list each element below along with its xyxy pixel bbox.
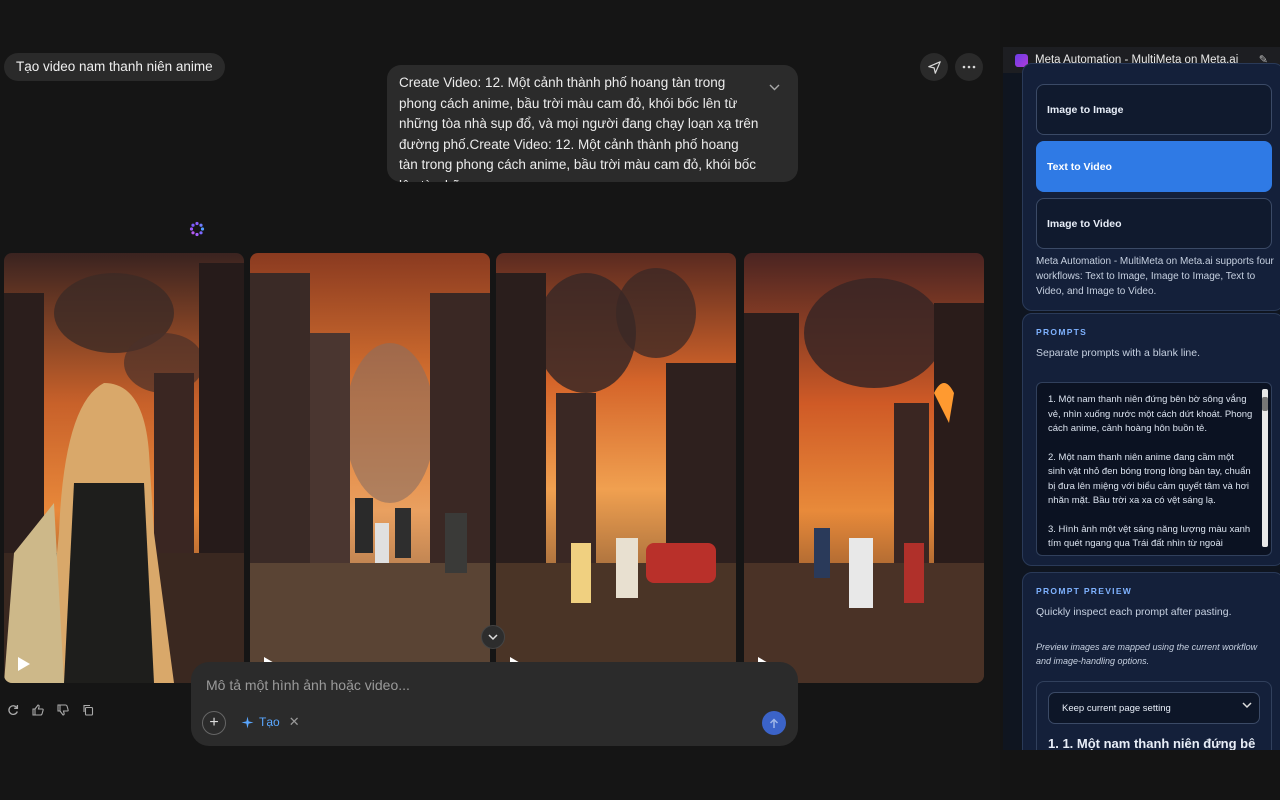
- send-button[interactable]: [762, 711, 786, 735]
- thumbs-down-icon: [57, 704, 69, 716]
- workflow-image-to-video[interactable]: Image to Video: [1036, 198, 1272, 249]
- play-icon[interactable]: [18, 657, 30, 671]
- video-thumbnail-3[interactable]: [496, 253, 736, 683]
- conversation-title-chip[interactable]: Tạo video nam thanh niên anime: [4, 53, 225, 81]
- loading-spinner-icon: [189, 221, 205, 237]
- top-actions: [920, 53, 983, 81]
- send-icon: [927, 60, 941, 74]
- prompts-textarea[interactable]: 1. Một nam thanh niên đứng bên bờ sông v…: [1036, 382, 1272, 556]
- like-button[interactable]: [31, 703, 45, 717]
- prompt-line: 3. Hình ảnh một vệt sáng năng lượng màu …: [1048, 523, 1251, 550]
- workflow-card: Image to Image Text to Video Image to Vi…: [1022, 63, 1280, 311]
- scrollbar-thumb[interactable]: [1262, 397, 1268, 411]
- extension-side-panel: Meta Automation - MultiMeta on Meta.ai ✎…: [1003, 47, 1280, 750]
- refresh-icon: [8, 705, 19, 716]
- share-button[interactable]: [920, 53, 948, 81]
- chat-main-area: Tạo video nam thanh niên anime Create Vi…: [0, 0, 1000, 800]
- add-attachment-button[interactable]: +: [202, 711, 226, 735]
- preview-note: Preview images are mapped using the curr…: [1036, 642, 1258, 666]
- arrow-up-icon: [769, 717, 779, 728]
- prompt-input[interactable]: [206, 677, 766, 693]
- close-icon[interactable]: ✕: [289, 714, 300, 730]
- workflow-image-to-image[interactable]: Image to Image: [1036, 84, 1272, 135]
- prompt-line: 2. Một nam thanh niên anime đang cầm một…: [1048, 451, 1251, 507]
- prompts-scrollbar[interactable]: [1262, 389, 1268, 547]
- image-handling-select[interactable]: Keep current page setting: [1048, 692, 1260, 724]
- workflow-text-to-video[interactable]: Text to Video: [1036, 141, 1272, 192]
- more-icon: [962, 65, 976, 69]
- prompts-card: PROMPTS Separate prompts with a blank li…: [1022, 313, 1280, 566]
- video-thumbnail-4[interactable]: [744, 253, 984, 683]
- prompt-composer: + Tạo ✕: [191, 662, 798, 746]
- copy-icon: [83, 704, 94, 716]
- thumbs-up-icon: [32, 704, 44, 716]
- prompts-section-label: PROMPTS: [1036, 327, 1088, 337]
- preview-item-card: Keep current page setting 1. 1. Một nam …: [1036, 681, 1272, 750]
- user-prompt-bubble: Create Video: 12. Một cảnh thành phố hoa…: [387, 65, 798, 182]
- prompts-subtitle: Separate prompts with a blank line.: [1036, 347, 1201, 359]
- chevron-down-icon: [488, 633, 498, 640]
- preview-subtitle: Quickly inspect each prompt after pastin…: [1036, 606, 1232, 618]
- video-thumbnail-2[interactable]: [250, 253, 490, 683]
- preview-section-label: PROMPT PREVIEW: [1036, 586, 1133, 596]
- sparkle-icon: [241, 716, 254, 728]
- select-value: Keep current page setting: [1062, 702, 1171, 714]
- message-actions: [6, 703, 95, 717]
- copy-button[interactable]: [81, 703, 95, 717]
- chevron-down-icon: [1242, 702, 1252, 709]
- plus-icon: +: [209, 714, 219, 731]
- preview-item-title: 1. 1. Một nam thanh niên đứng bê: [1048, 736, 1256, 750]
- video-thumbnail-1[interactable]: [4, 253, 244, 683]
- dislike-button[interactable]: [56, 703, 70, 717]
- create-mode-chip[interactable]: Tạo ✕: [241, 714, 300, 730]
- prompt-preview-card: PROMPT PREVIEW Quickly inspect each prom…: [1022, 572, 1280, 750]
- scroll-down-button[interactable]: [481, 625, 505, 649]
- generated-video-gallery: [4, 253, 984, 683]
- user-prompt-text: Create Video: 12. Một cảnh thành phố hoa…: [399, 75, 759, 182]
- expand-chevron-icon[interactable]: [769, 77, 780, 98]
- workflow-description: Meta Automation - MultiMeta on Meta.ai s…: [1036, 256, 1274, 297]
- prompt-line: 1. Một nam thanh niên đứng bên bờ sông v…: [1048, 394, 1253, 434]
- regenerate-button[interactable]: [6, 703, 20, 717]
- create-mode-label: Tạo: [259, 715, 280, 729]
- more-options-button[interactable]: [955, 53, 983, 81]
